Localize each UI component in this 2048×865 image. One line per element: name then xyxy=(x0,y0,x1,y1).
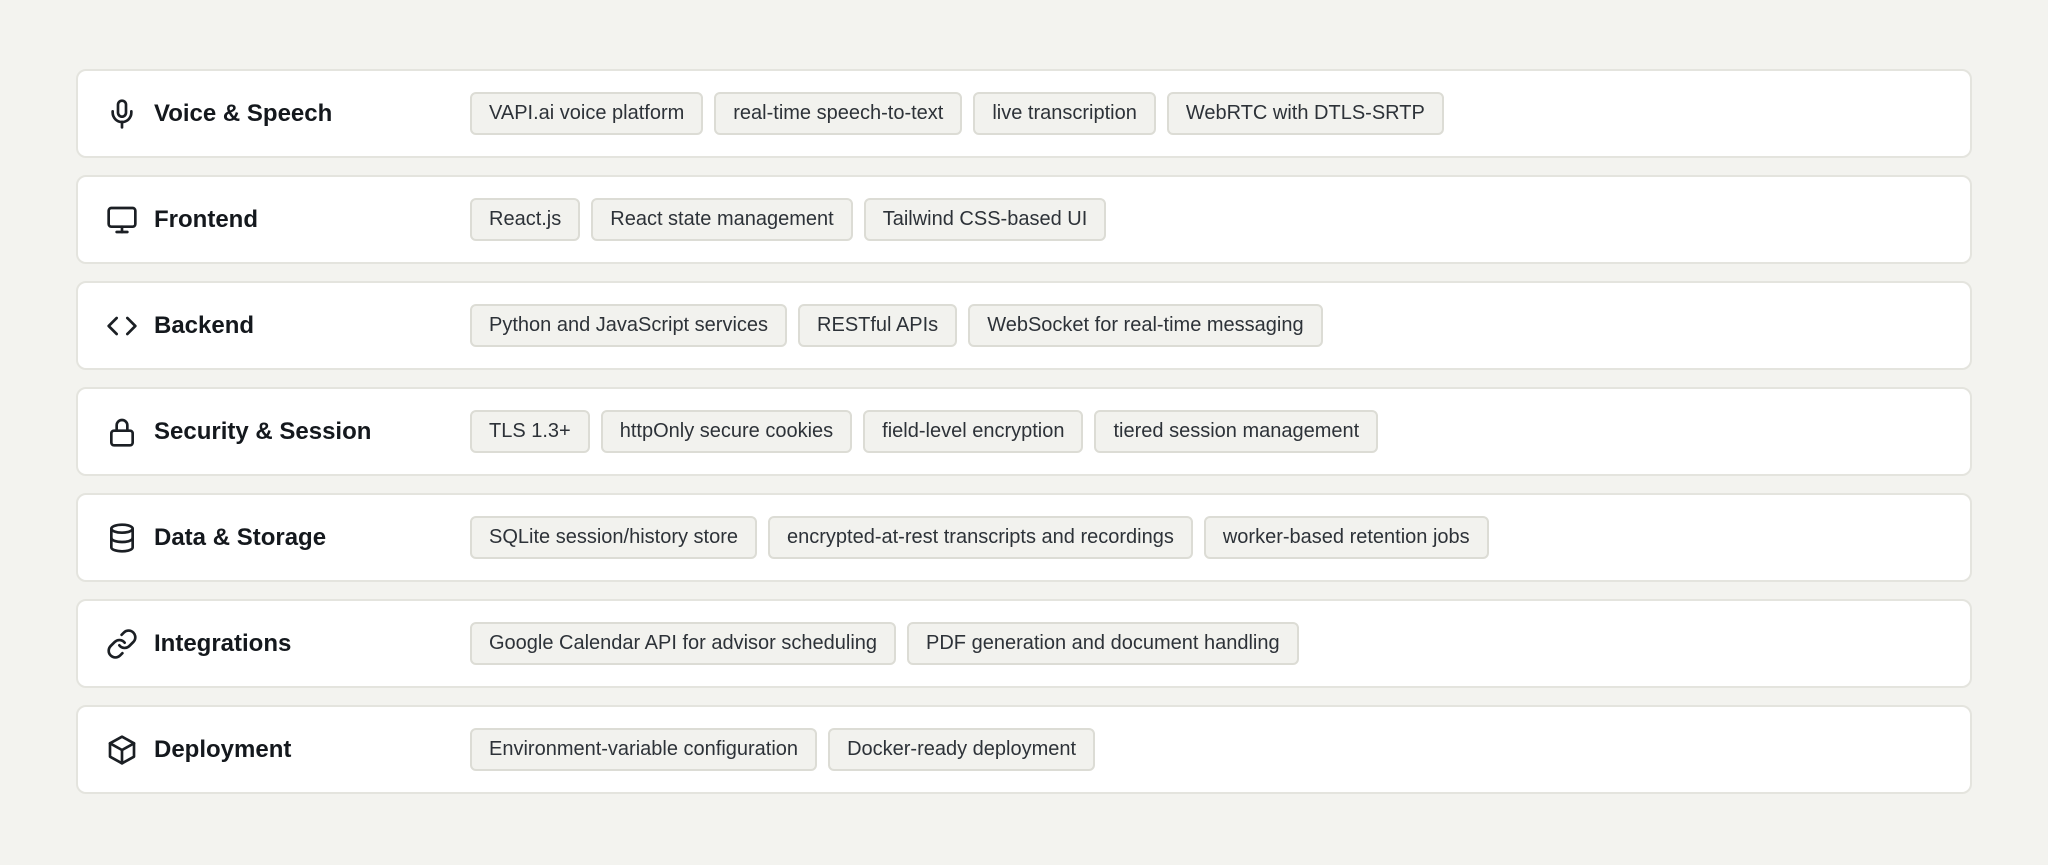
category-row-integrations: Integrations Google Calendar API for adv… xyxy=(76,599,1972,688)
code-icon xyxy=(106,310,138,342)
microphone-icon xyxy=(106,98,138,130)
tech-tag: TLS 1.3+ xyxy=(470,410,590,453)
category-header: Integrations xyxy=(106,601,291,686)
tech-tag: field-level encryption xyxy=(863,410,1084,453)
tag-list: TLS 1.3+ httpOnly secure cookies field-l… xyxy=(470,389,1379,474)
category-title: Voice & Speech xyxy=(154,99,333,127)
tech-stack-list: Voice & Speech VAPI.ai voice platform re… xyxy=(76,69,1972,811)
category-header: Deployment xyxy=(106,707,291,792)
tech-tag: real-time speech-to-text xyxy=(714,92,963,135)
tech-tag: WebRTC with DTLS-SRTP xyxy=(1166,92,1444,135)
database-icon xyxy=(106,522,138,554)
category-row-voice-speech: Voice & Speech VAPI.ai voice platform re… xyxy=(76,69,1972,158)
tag-list: SQLite session/history store encrypted-a… xyxy=(470,495,1489,580)
tech-tag: tiered session management xyxy=(1094,410,1379,453)
category-header: Security & Session xyxy=(106,389,371,474)
category-row-deployment: Deployment Environment-variable configur… xyxy=(76,705,1972,794)
tag-list: Python and JavaScript services RESTful A… xyxy=(470,283,1323,368)
tech-tag: httpOnly secure cookies xyxy=(600,410,853,453)
package-icon xyxy=(106,734,138,766)
tech-tag: React.js xyxy=(470,198,581,241)
category-row-backend: Backend Python and JavaScript services R… xyxy=(76,281,1972,370)
tech-tag: SQLite session/history store xyxy=(470,516,757,559)
category-title: Integrations xyxy=(154,629,292,657)
tech-tag: Docker-ready deployment xyxy=(828,728,1096,771)
link-icon xyxy=(106,628,138,660)
tech-tag: PDF generation and document handling xyxy=(907,622,1299,665)
tech-tag: React state management xyxy=(591,198,853,241)
category-header: Frontend xyxy=(106,177,258,262)
tech-tag: encrypted-at-rest transcripts and record… xyxy=(768,516,1193,559)
category-title: Data & Storage xyxy=(154,523,327,551)
tag-list: Environment-variable configuration Docke… xyxy=(470,707,1096,792)
category-header: Backend xyxy=(106,283,254,368)
category-title: Frontend xyxy=(154,205,258,233)
category-title: Backend xyxy=(154,311,255,339)
tech-tag: Tailwind CSS-based UI xyxy=(863,198,1107,241)
tech-tag: Python and JavaScript services xyxy=(470,304,788,347)
tag-list: React.js React state management Tailwind… xyxy=(470,177,1107,262)
tech-tag: worker-based retention jobs xyxy=(1203,516,1489,559)
category-row-security-session: Security & Session TLS 1.3+ httpOnly sec… xyxy=(76,387,1972,476)
tech-tag: Environment-variable configuration xyxy=(470,728,818,771)
category-header: Voice & Speech xyxy=(106,71,332,156)
tech-tag: WebSocket for real-time messaging xyxy=(968,304,1323,347)
tech-tag: Google Calendar API for advisor scheduli… xyxy=(470,622,897,665)
category-title: Security & Session xyxy=(154,417,372,445)
monitor-icon xyxy=(106,204,138,236)
tech-tag: RESTful APIs xyxy=(798,304,958,347)
lock-icon xyxy=(106,416,138,448)
category-header: Data & Storage xyxy=(106,495,326,580)
category-title: Deployment xyxy=(154,735,292,763)
tag-list: VAPI.ai voice platform real-time speech-… xyxy=(470,71,1444,156)
tech-tag: VAPI.ai voice platform xyxy=(470,92,704,135)
category-row-frontend: Frontend React.js React state management… xyxy=(76,175,1972,264)
tag-list: Google Calendar API for advisor scheduli… xyxy=(470,601,1299,686)
category-row-data-storage: Data & Storage SQLite session/history st… xyxy=(76,493,1972,582)
tech-tag: live transcription xyxy=(973,92,1156,135)
